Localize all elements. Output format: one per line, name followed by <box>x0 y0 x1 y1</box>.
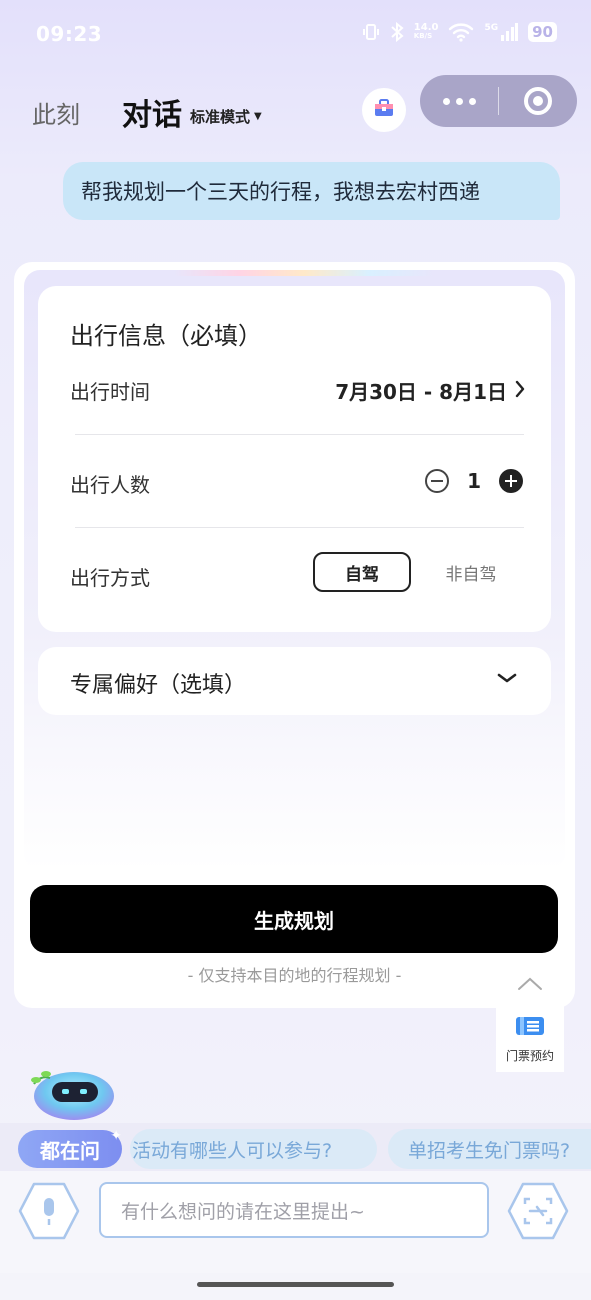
popular-questions-label: 都在问 <box>40 1138 100 1163</box>
mode-selector[interactable]: 标准模式 ▼ <box>190 106 262 127</box>
toolbox-button[interactable] <box>362 88 406 132</box>
bluetooth-icon <box>390 22 404 42</box>
trip-planner-card: 出行信息（必填） 出行时间 7月30日 - 8月1日 出行人数 1 出行方式 自… <box>14 262 575 1008</box>
close-miniapp-button[interactable] <box>499 87 577 115</box>
sparkle-icon: ✦ <box>110 1128 122 1144</box>
travel-date-value: 7月30日 - 8月1日 <box>335 380 507 404</box>
network-speed-unit: KB/S <box>413 32 433 40</box>
decrement-button[interactable] <box>425 469 450 493</box>
suggestion-chip[interactable]: 活动有哪些人可以参与? <box>130 1129 377 1169</box>
chevron-down-icon <box>497 669 517 688</box>
network-speed-value: 14.0 <box>413 22 439 33</box>
travel-date-picker[interactable]: 7月30日 - 8月1日 <box>335 376 525 405</box>
assistant-mascot[interactable] <box>22 1062 117 1122</box>
preference-panel[interactable]: 专属偏好（选填） <box>38 647 551 715</box>
caret-down-icon: ▼ <box>254 111 262 122</box>
wifi-icon <box>448 22 474 42</box>
suggestion-chip[interactable]: 单招考生免门票吗? <box>388 1129 591 1169</box>
mode-option-no-drive[interactable]: 非自驾 <box>436 552 506 592</box>
cell-signal-icon: 5G <box>484 23 519 41</box>
mode-option-self-drive[interactable]: 自驾 <box>313 552 411 592</box>
plan-scope-note: - 仅支持本目的地的行程规划 - <box>187 966 402 985</box>
people-count: 1 <box>467 469 481 493</box>
tab-now[interactable]: 此刻 <box>32 95 80 130</box>
popular-questions-badge: 都在问 ✦ <box>18 1128 122 1168</box>
miniapp-capsule <box>420 75 577 127</box>
travel-info-title: 出行信息（必填） <box>70 322 262 350</box>
people-stepper: 1 <box>425 469 523 493</box>
ticket-icon <box>515 1015 545 1041</box>
chevron-right-icon <box>515 379 525 403</box>
question-input[interactable]: 有什么想问的请在这里提出~ <box>99 1182 489 1238</box>
page-title: 对话 <box>122 98 182 133</box>
travel-people-label: 出行人数 <box>70 473 150 497</box>
voice-input-button[interactable] <box>18 1182 80 1244</box>
scan-button[interactable] <box>507 1182 569 1244</box>
more-options-button[interactable] <box>420 97 498 105</box>
home-indicator[interactable] <box>197 1282 394 1287</box>
mode-label: 标准模式 <box>190 108 251 126</box>
preference-title: 专属偏好（选填） <box>70 673 247 698</box>
travel-time-label: 出行时间 <box>70 380 150 404</box>
vibrate-icon <box>362 23 380 41</box>
increment-button[interactable] <box>499 469 523 493</box>
ticket-booking-button[interactable]: 门票预约 <box>496 1006 564 1072</box>
status-time: 09:23 <box>36 22 103 46</box>
travel-mode-label: 出行方式 <box>70 566 150 590</box>
network-speed: 14.0 KB/S <box>414 23 439 41</box>
status-icons: 14.0 KB/S 5G 90 <box>362 22 557 42</box>
collapse-up-button[interactable] <box>516 976 544 996</box>
user-message-bubble: 帮我规划一个三天的行程，我想去宏村西递 <box>63 162 560 220</box>
generate-plan-button[interactable]: 生成规划 <box>30 885 558 953</box>
ticket-booking-label: 门票预约 <box>505 1048 554 1063</box>
target-icon <box>524 87 552 115</box>
signal-type: 5G <box>484 23 499 33</box>
travel-info-panel: 出行信息（必填） 出行时间 7月30日 - 8月1日 出行人数 1 出行方式 自… <box>38 286 551 632</box>
battery-indicator: 90 <box>528 22 557 42</box>
toolbox-icon <box>372 96 396 124</box>
